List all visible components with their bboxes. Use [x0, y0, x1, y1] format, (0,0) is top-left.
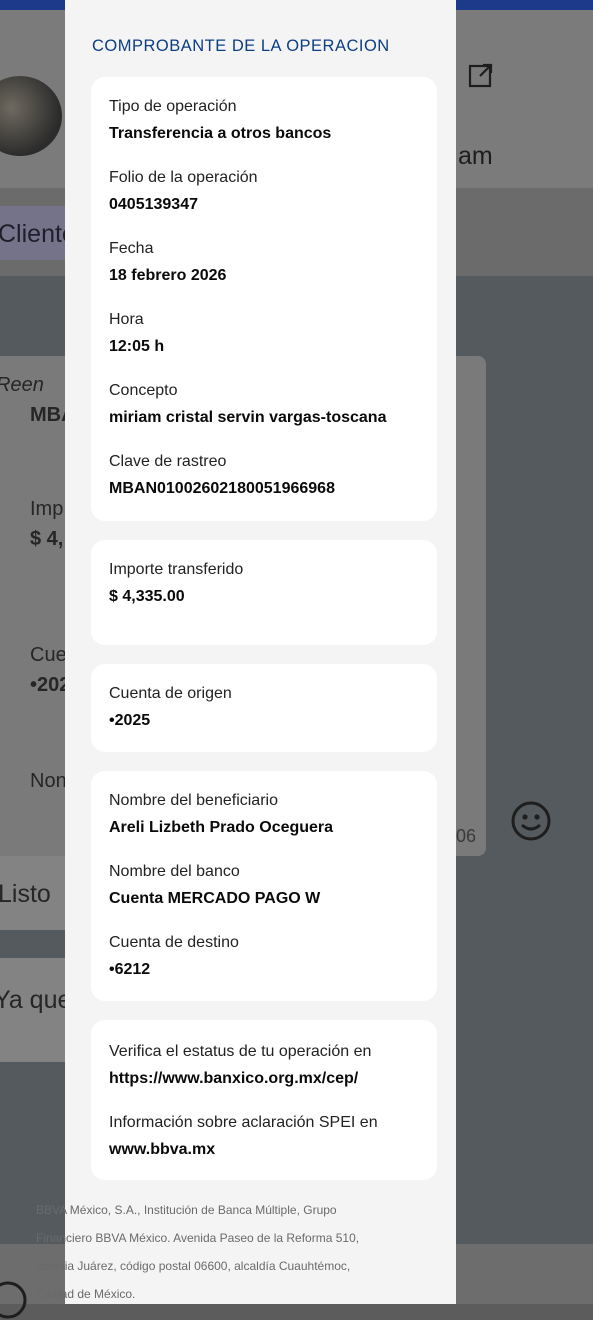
chat-header-text: am	[458, 142, 493, 170]
tracking-key-label: Clave de rastreo	[109, 453, 227, 470]
concept-label: Concepto	[109, 382, 178, 399]
verify-status-field: Verifica el estatus de tu operación en h…	[109, 1042, 371, 1090]
bubble-text: Cue	[30, 644, 67, 666]
bubble-text: Ya que	[0, 986, 72, 1014]
time-label: Hora	[109, 311, 144, 328]
origin-account-field: Cuenta de origen •2025	[109, 684, 232, 732]
spei-info-label: Información sobre aclaración SPEI en	[109, 1114, 378, 1131]
verify-status-label: Verifica el estatus de tu operación en	[109, 1043, 372, 1060]
open-external-icon[interactable]	[468, 62, 494, 88]
origin-account-card: Cuenta de origen •2025	[91, 664, 437, 752]
forwarded-label: Reen	[0, 374, 44, 396]
emoji-icon[interactable]	[0, 1280, 28, 1320]
beneficiary-name-field: Nombre del beneficiario Areli Lizbeth Pr…	[109, 791, 333, 839]
info-card: Verifica el estatus de tu operación en h…	[91, 1020, 437, 1180]
folio-field: Folio de la operación 0405139347	[109, 168, 258, 216]
concept-value: miriam cristal servin vargas-toscana	[109, 409, 387, 426]
tracking-key-value: MBAN01002602180051966968	[109, 480, 335, 497]
bubble-text: Non	[30, 770, 67, 792]
destination-account-label: Cuenta de destino	[109, 934, 239, 951]
origin-account-value: •2025	[109, 712, 151, 729]
bbva-link[interactable]: www.bbva.mx	[109, 1139, 378, 1161]
operation-type-label: Tipo de operación	[109, 98, 237, 115]
time-field: Hora 12:05 h	[109, 310, 164, 358]
folio-label: Folio de la operación	[109, 169, 258, 186]
bubble-text: $ 4,	[30, 528, 64, 550]
amount-label: Importe transferido	[109, 561, 244, 578]
date-field: Fecha 18 febrero 2026	[109, 239, 226, 287]
time-value: 12:05 h	[109, 338, 165, 355]
date-label: Fecha	[109, 240, 154, 257]
operation-type-value: Transferencia a otros bancos	[109, 125, 332, 142]
spei-info-field: Información sobre aclaración SPEI en www…	[109, 1113, 378, 1161]
amount-card: Importe transferido $ 4,335.00	[91, 540, 437, 645]
folio-value: 0405139347	[109, 196, 198, 213]
bank-name-label: Nombre del banco	[109, 863, 240, 880]
beneficiary-card: Nombre del beneficiario Areli Lizbeth Pr…	[91, 771, 437, 1001]
operation-details-card: Tipo de operación Transferencia a otros …	[91, 77, 437, 521]
legal-footer: BBVA México, S.A., Institución de Banca …	[36, 1203, 360, 1301]
beneficiary-name-label: Nombre del beneficiario	[109, 792, 278, 809]
origin-account-label: Cuenta de origen	[109, 685, 232, 702]
bank-name-value: Cuenta MERCADO PAGO W	[109, 890, 321, 907]
destination-account-field: Cuenta de destino •6212	[109, 933, 239, 981]
tracking-key-field: Clave de rastreo MBAN0100260218005196696…	[109, 452, 335, 500]
amount-field: Importe transferido $ 4,335.00	[109, 560, 243, 608]
destination-account-value: •6212	[109, 961, 151, 978]
receipt-title: COMPROBANTE DE LA OPERACION	[92, 37, 390, 55]
bubble-text: Imp	[30, 498, 64, 520]
amount-value: $ 4,335.00	[109, 588, 185, 605]
emoji-icon[interactable]	[510, 800, 552, 842]
date-value: 18 febrero 2026	[109, 267, 227, 284]
receipt-sheet: COMPROBANTE DE LA OPERACION Tipo de oper…	[65, 0, 456, 1304]
concept-field: Concepto miriam cristal servin vargas-to…	[109, 381, 386, 429]
beneficiary-name-value: Areli Lizbeth Prado Oceguera	[109, 819, 334, 836]
message-time: 06	[456, 826, 477, 846]
bank-name-field: Nombre del banco Cuenta MERCADO PAGO W	[109, 862, 320, 910]
bubble-text: Listo	[0, 880, 51, 908]
banxico-link[interactable]: https://www.banxico.org.mx/cep/	[109, 1068, 371, 1090]
operation-type-field: Tipo de operación Transferencia a otros …	[109, 97, 331, 145]
